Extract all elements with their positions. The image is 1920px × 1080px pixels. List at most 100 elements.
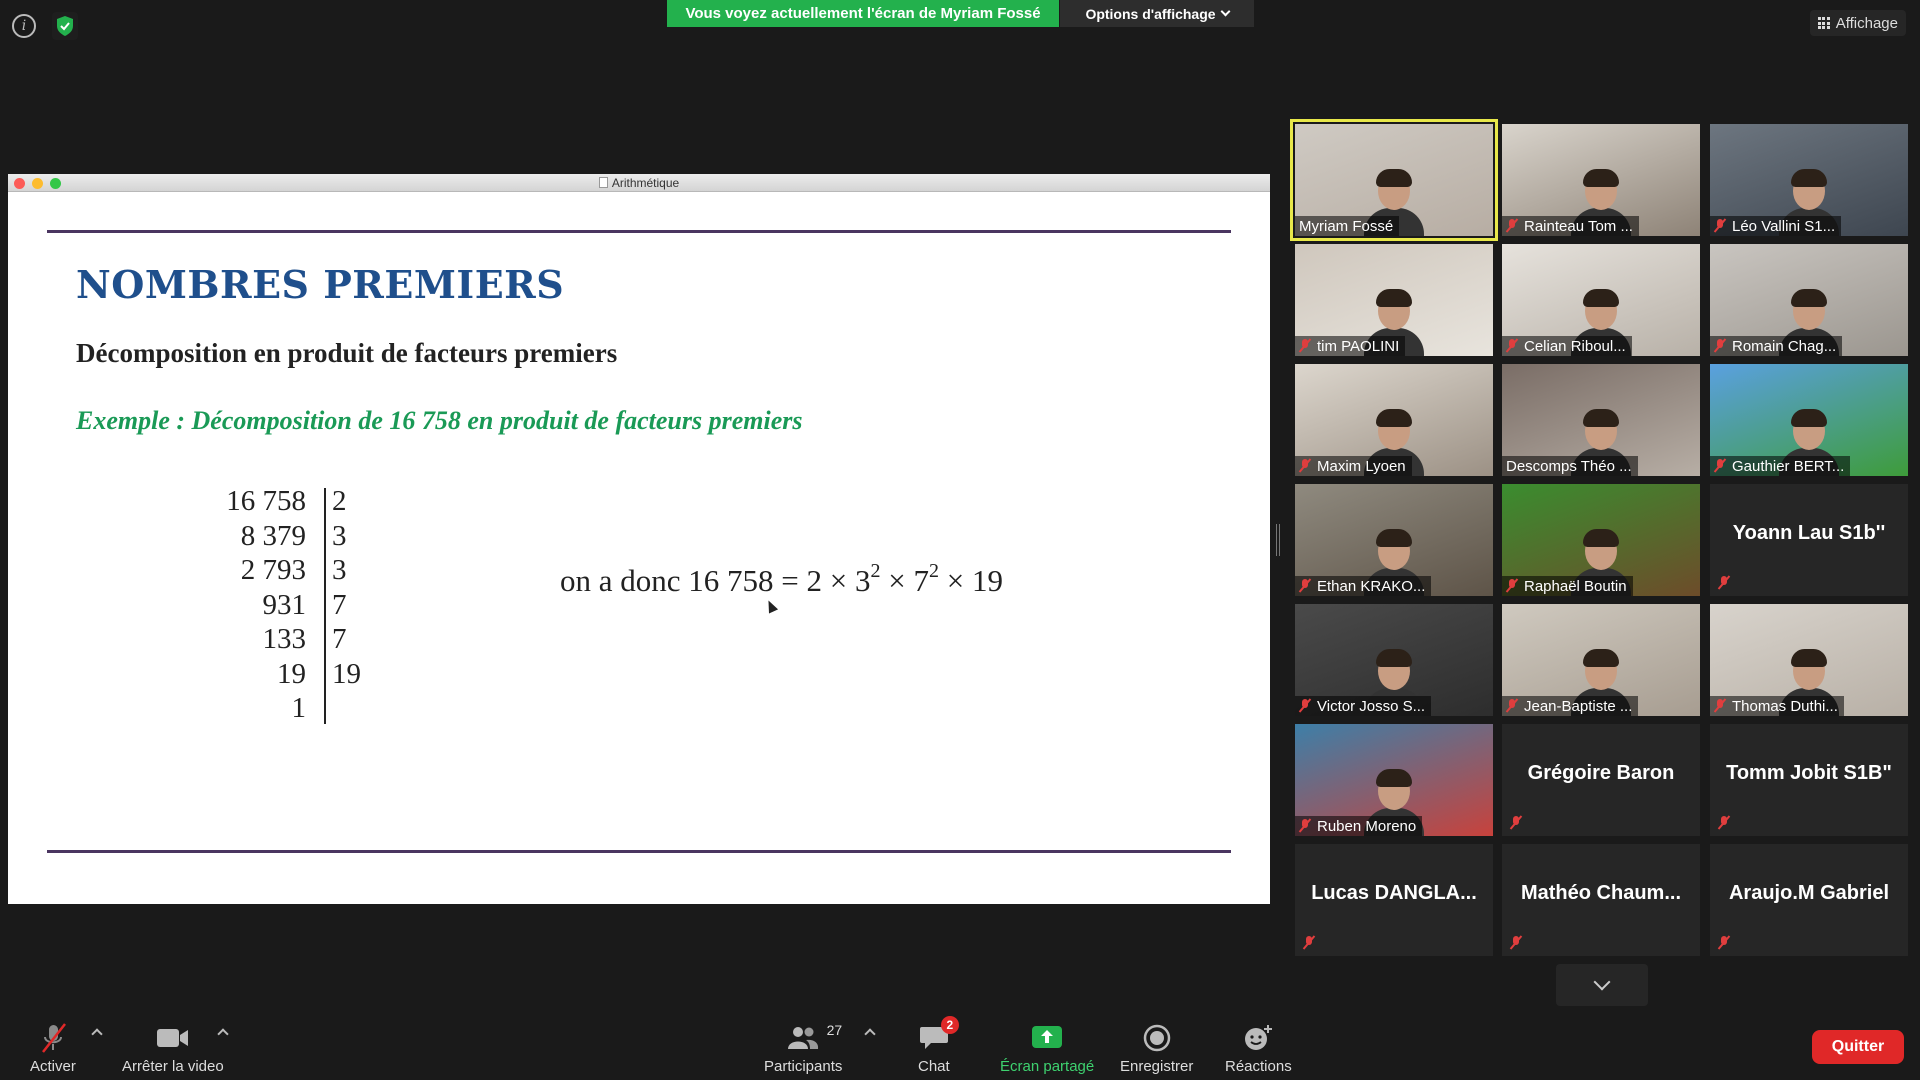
record-button[interactable]: Enregistrer: [1120, 1022, 1193, 1075]
participant-tile[interactable]: Léo Vallini S1...: [1710, 124, 1908, 236]
participant-name: Ruben Moreno: [1317, 817, 1417, 835]
muted-microphone-icon: [1714, 459, 1726, 473]
participant-name: Mathéo Chaum...: [1520, 882, 1681, 904]
participant-name: Tomm Jobit S1B": [1726, 762, 1892, 784]
reactions-label: Réactions: [1225, 1058, 1292, 1075]
participant-name: Celian Riboul...: [1524, 337, 1626, 355]
reactions-button[interactable]: Réactions: [1225, 1022, 1292, 1075]
reactions-smiley-icon: [1245, 1025, 1273, 1050]
dividend: 19: [277, 657, 306, 690]
document-icon: [598, 177, 608, 188]
participant-tile[interactable]: Tomm Jobit S1B": [1710, 724, 1908, 836]
muted-microphone-icon: [1506, 579, 1518, 593]
encryption-shield-icon[interactable]: [52, 12, 78, 40]
participant-name: Araujo.M Gabriel: [1728, 882, 1890, 904]
view-mode-button[interactable]: Affichage: [1809, 10, 1906, 36]
participant-tile[interactable]: Celian Riboul...: [1502, 244, 1700, 356]
stop-video-button[interactable]: Arrêter la video: [122, 1022, 224, 1075]
muted-microphone-icon: [1714, 339, 1726, 353]
unmute-button[interactable]: Activer: [30, 1022, 76, 1075]
division-table: 16 758 2 8 379 3 2 793 3 931 7 133 7 19 19 1: [208, 484, 361, 726]
muted-microphone-icon: [1299, 339, 1311, 353]
participant-tile[interactable]: Thomas Duthi...: [1710, 604, 1908, 716]
chat-button[interactable]: 2 Chat: [918, 1016, 959, 1075]
divisor: 7: [332, 623, 347, 655]
participant-name: Jean-Baptiste ...: [1524, 697, 1633, 715]
result-exponent: 2: [928, 560, 939, 582]
participant-name-bar: Descomps Théo ...: [1502, 456, 1638, 476]
participant-tile[interactable]: Myriam Fossé: [1290, 119, 1498, 241]
participant-tile[interactable]: Gauthier BERT...: [1710, 364, 1908, 476]
participant-name-bar: Jean-Baptiste ...: [1502, 696, 1639, 716]
participant-name: Gauthier BERT...: [1732, 457, 1845, 475]
slide-title: NOMBRES PREMIERS: [76, 262, 565, 307]
division-row: 931 7: [208, 588, 361, 623]
muted-microphone-icon: [1714, 219, 1726, 233]
participants-button[interactable]: 27 Participants: [764, 1022, 842, 1075]
participant-tile[interactable]: Araujo.M Gabriel: [1710, 844, 1908, 956]
participant-tile[interactable]: tim PAOLINI: [1295, 244, 1493, 356]
chat-label: Chat: [918, 1058, 950, 1075]
participant-name: Victor Josso S...: [1317, 697, 1426, 715]
participants-icon: [788, 1027, 819, 1049]
participant-tile[interactable]: Yoann Lau S1b'': [1710, 484, 1908, 596]
decomposition-result: on a donc 16 758 = 2 × 32 × 72 × 19: [560, 560, 1003, 599]
participant-name: Grégoire Baron: [1527, 762, 1675, 784]
share-screen-label: Écran partagé: [1000, 1058, 1095, 1075]
participant-name: Myriam Fossé: [1299, 217, 1394, 235]
participant-name: Lucas DANGLA...: [1311, 882, 1477, 904]
participant-name-bar: tim PAOLINI: [1295, 336, 1406, 356]
participants-count: 27: [826, 1022, 843, 1038]
muted-microphone-icon: [1510, 936, 1522, 950]
participant-name-bar: Gauthier BERT...: [1710, 456, 1851, 476]
participant-tile[interactable]: Ethan KRAKO...: [1295, 484, 1493, 596]
leave-meeting-button[interactable]: Quitter: [1812, 1030, 1904, 1064]
participant-name: Ethan KRAKO...: [1317, 577, 1426, 595]
share-screen-button[interactable]: Écran partagé: [1000, 1022, 1094, 1075]
participant-name-bar: Léo Vallini S1...: [1710, 216, 1842, 236]
panel-resize-handle[interactable]: [1276, 524, 1280, 556]
muted-microphone-icon: [1506, 699, 1518, 713]
presentation-slide: NOMBRES PREMIERS Décomposition en produi…: [8, 192, 1270, 904]
participant-name-bar: Ethan KRAKO...: [1295, 576, 1432, 596]
divisor: 7: [332, 588, 347, 621]
participant-name-bar: Myriam Fossé: [1295, 216, 1400, 236]
divisor: 3: [332, 519, 347, 552]
participant-tile[interactable]: Grégoire Baron: [1502, 724, 1700, 836]
participant-tile[interactable]: Raphaël Boutin: [1502, 484, 1700, 596]
gallery-next-page-button[interactable]: [1556, 964, 1648, 1006]
window-title: Arithmétique: [611, 176, 680, 190]
participant-tile[interactable]: Rainteau Tom ...: [1502, 124, 1700, 236]
stop-video-label: Arrêter la video: [122, 1058, 224, 1075]
slide-example: Exemple : Décomposition de 16 758 en pro…: [76, 406, 803, 435]
muted-microphone-icon: [1299, 699, 1311, 713]
muted-microphone-icon: [1303, 936, 1315, 950]
meeting-info-icon[interactable]: i: [12, 14, 36, 38]
gallery-grid-icon: [1817, 17, 1830, 29]
window-titlebar: Arithmétique: [8, 174, 1270, 192]
divisor: 2: [332, 485, 347, 517]
audio-options-caret[interactable]: [91, 1028, 103, 1040]
participant-name-bar: Celian Riboul...: [1502, 336, 1632, 356]
result-exponent: 2: [870, 560, 881, 582]
participant-tile[interactable]: Victor Josso S...: [1295, 604, 1493, 716]
view-options-dropdown[interactable]: Options d'affichage: [1060, 0, 1254, 27]
muted-microphone-icon: [1299, 819, 1311, 833]
participant-tile[interactable]: Maxim Lyoen: [1295, 364, 1493, 476]
participant-tile[interactable]: Descomps Théo ...: [1502, 364, 1700, 476]
participant-tile[interactable]: Ruben Moreno: [1295, 724, 1493, 836]
participant-name-bar: Maxim Lyoen: [1295, 456, 1412, 476]
slide-subtitle: Décomposition en produit de facteurs pre…: [76, 338, 618, 368]
participant-tile[interactable]: Mathéo Chaum...: [1502, 844, 1700, 956]
participant-tile[interactable]: Romain Chag...: [1710, 244, 1908, 356]
participant-tile[interactable]: Lucas DANGLA...: [1295, 844, 1493, 956]
participants-options-caret[interactable]: [864, 1028, 876, 1040]
top-divider: [47, 230, 1231, 233]
participants-label: Participants: [764, 1058, 843, 1075]
record-label: Enregistrer: [1120, 1058, 1194, 1075]
muted-microphone-icon: [1506, 219, 1518, 233]
view-options-label: Options d'affichage: [1085, 5, 1216, 22]
participant-name: Raphaël Boutin: [1524, 577, 1627, 595]
result-suffix: × 19: [938, 563, 1003, 598]
participant-tile[interactable]: Jean-Baptiste ...: [1502, 604, 1700, 716]
